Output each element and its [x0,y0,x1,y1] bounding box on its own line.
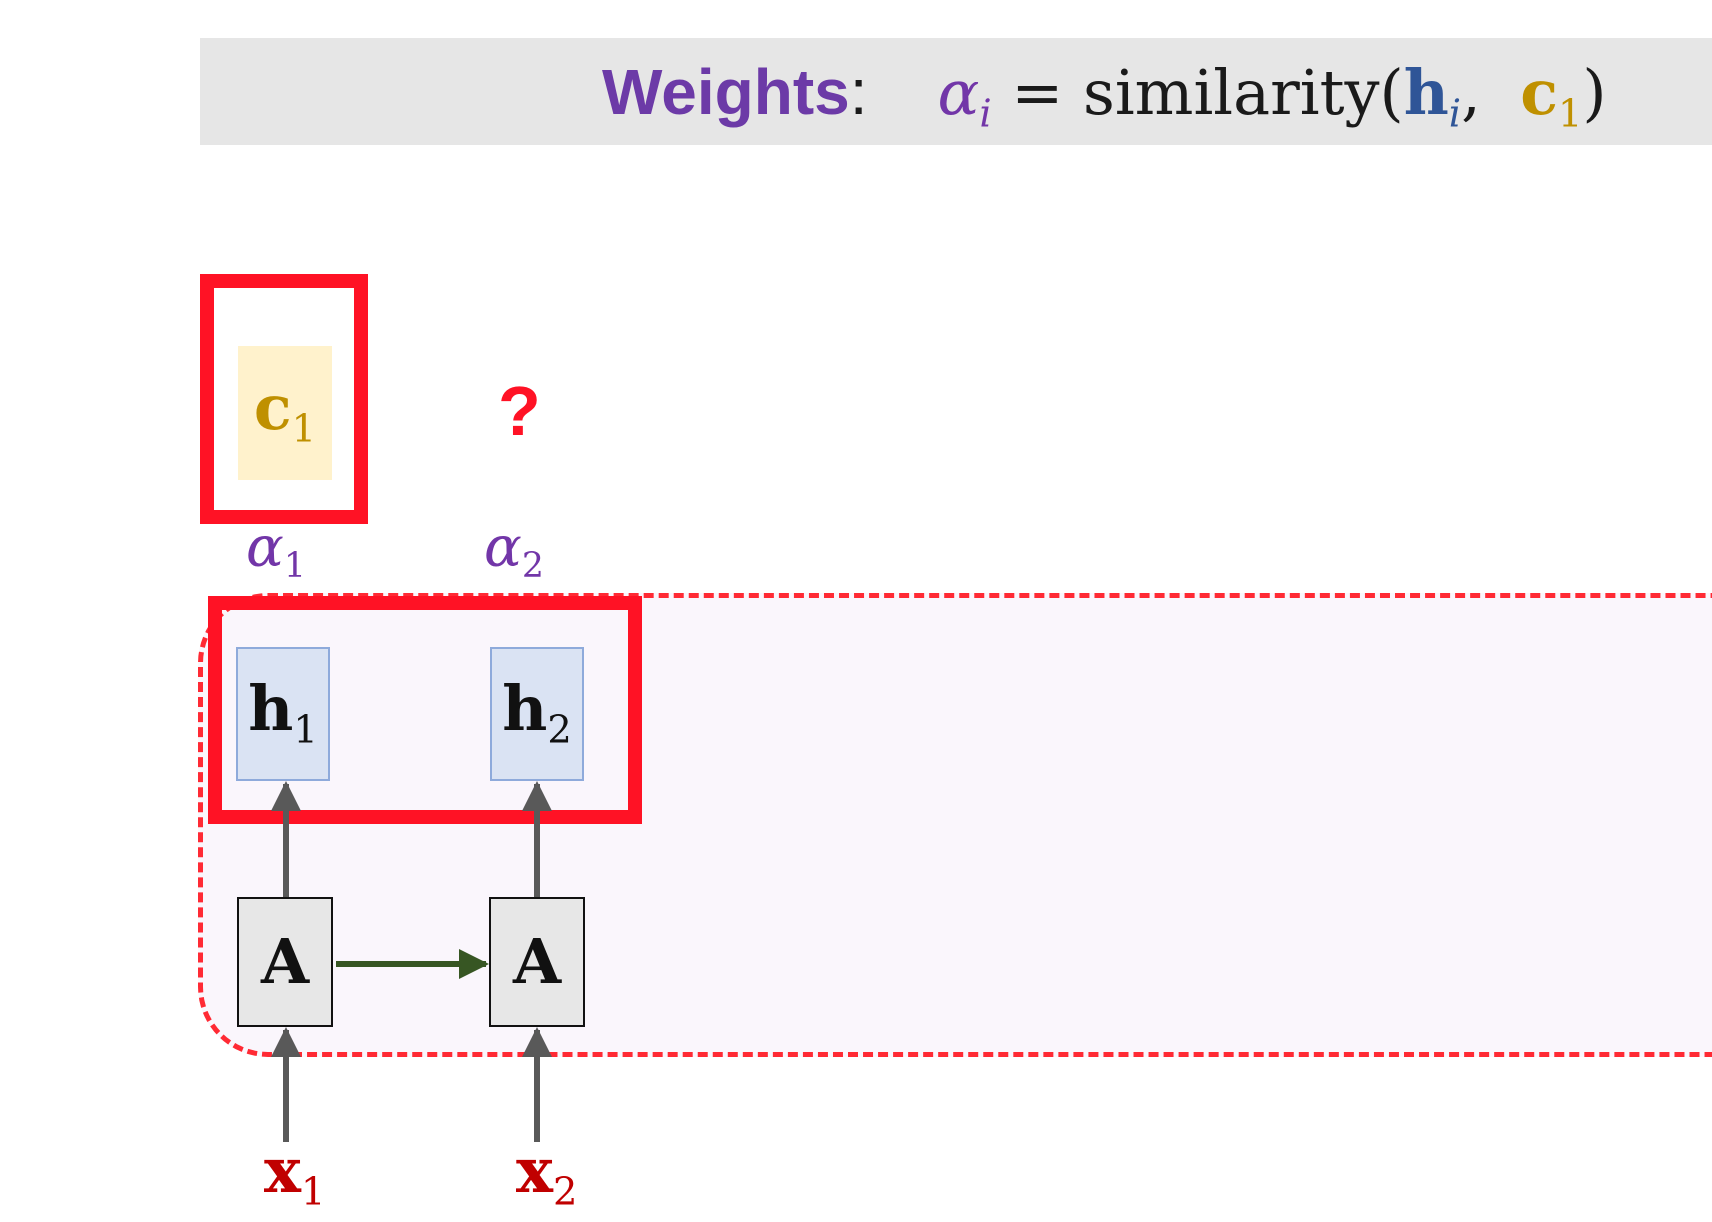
arrows-layer [271,781,552,1142]
